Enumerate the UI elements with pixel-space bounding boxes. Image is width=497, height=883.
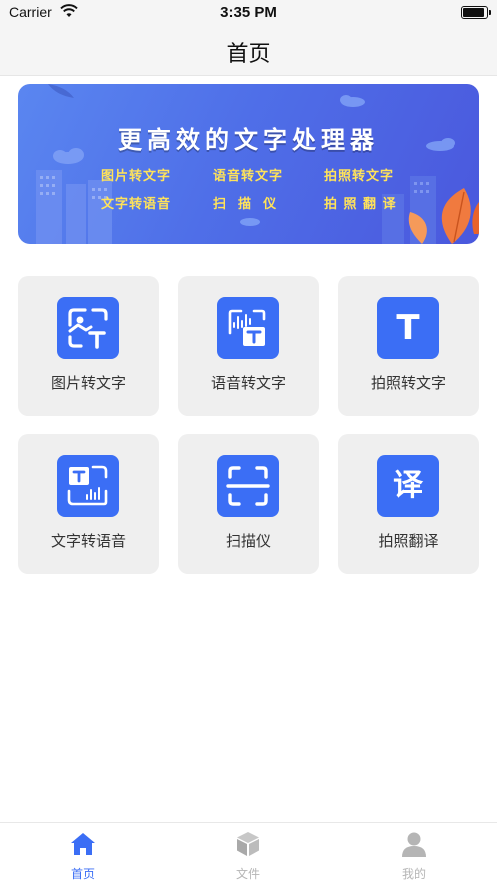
navigation-bar: 首页 [0, 24, 497, 76]
banner-item-image-to-text: 图片转文字 [101, 169, 172, 184]
tool-scanner[interactable]: 扫描仪 [178, 434, 319, 574]
tool-label: 拍照转文字 [370, 374, 446, 392]
tool-label: 文字转语音 [50, 532, 126, 550]
translate-icon: 译 [377, 455, 439, 517]
tab-home[interactable]: 首页 [23, 823, 143, 883]
tool-label: 图片转文字 [50, 374, 126, 392]
tab-bar: 首页 文件 我的 [0, 822, 497, 883]
battery-level [463, 8, 484, 17]
tool-label: 语音转文字 [210, 374, 286, 392]
banner-item-photo-to-text: 拍照转文字 [324, 169, 395, 184]
text-to-speech-icon [57, 455, 119, 517]
text-t-glyph: T [396, 308, 420, 348]
tool-label: 拍照翻译 [378, 532, 439, 550]
tab-label-files: 文件 [235, 867, 260, 881]
voice-to-text-icon [217, 297, 279, 359]
tool-voice-to-text[interactable]: 语音转文字 [178, 276, 319, 416]
text-t-icon: T [377, 297, 439, 359]
tab-label-home: 首页 [70, 867, 95, 881]
promo-banner[interactable]: 更高效的文字处理器 图片转文字 语音转文字 拍照转文字 文字转语音 扫 描 仪 … [18, 84, 479, 244]
banner-headline: 更高效的文字处理器 [118, 125, 379, 154]
tab-files[interactable]: 文件 [188, 823, 308, 883]
image-to-text-icon [57, 297, 119, 359]
tool-image-to-text[interactable]: 图片转文字 [18, 276, 159, 416]
status-time: 3:35 PM [220, 4, 277, 21]
tool-photo-to-text[interactable]: T 拍照转文字 [338, 276, 479, 416]
battery-icon [461, 6, 491, 19]
page-title: 首页 [226, 42, 271, 67]
banner-city-illustration [36, 84, 479, 244]
tab-label-profile: 我的 [401, 867, 426, 881]
tab-profile[interactable]: 我的 [354, 823, 474, 883]
user-icon [402, 832, 426, 857]
banner-item-text-to-speech: 文字转语音 [101, 197, 172, 212]
tool-text-to-speech[interactable]: 文字转语音 [18, 434, 159, 574]
tool-photo-translate[interactable]: 译 拍照翻译 [338, 434, 479, 574]
scanner-icon [217, 455, 279, 517]
translate-glyph: 译 [393, 468, 423, 503]
banner-item-voice-to-text: 语音转文字 [213, 169, 284, 184]
banner-item-photo-translate: 拍 照 翻 译 [324, 197, 397, 212]
banner-item-scanner: 扫 描 仪 [213, 197, 278, 212]
tool-label: 扫描仪 [225, 532, 271, 550]
home-icon [71, 833, 95, 855]
cube-icon [237, 832, 259, 856]
status-bar: Carrier 3:35 PM [0, 0, 497, 24]
